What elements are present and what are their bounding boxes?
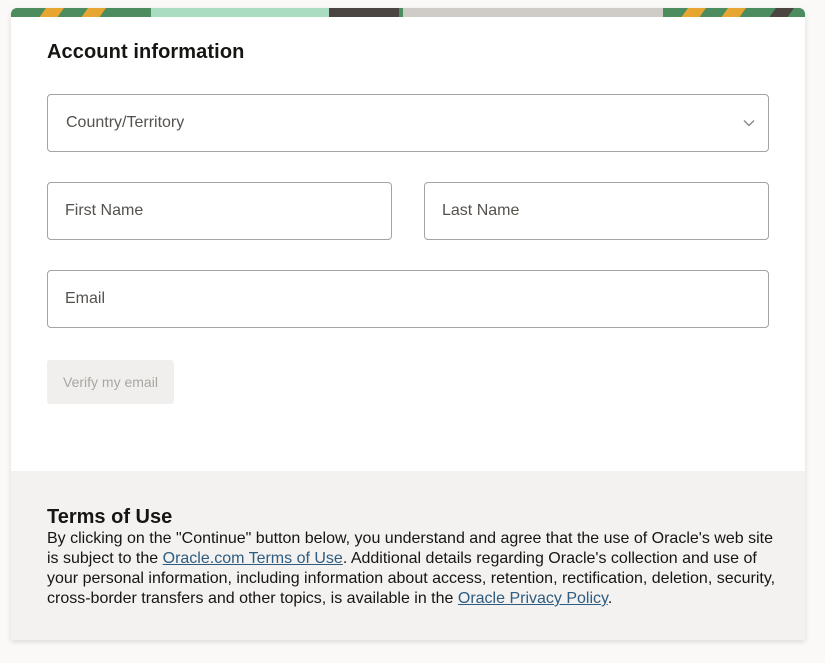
first-name-field[interactable]: First Name xyxy=(47,182,392,240)
terms-title: Terms of Use xyxy=(47,506,173,528)
email-placeholder: Email xyxy=(65,290,106,307)
decorative-banner xyxy=(11,8,805,17)
last-name-field[interactable]: Last Name xyxy=(424,182,769,240)
country-placeholder: Country/Territory xyxy=(66,114,185,131)
terms-section: Terms of Use By clicking on the "Continu… xyxy=(11,471,805,640)
verify-email-button[interactable]: Verify my email xyxy=(47,360,174,404)
chevron-down-icon xyxy=(743,120,755,127)
email-field[interactable]: Email xyxy=(47,270,769,328)
last-name-placeholder: Last Name xyxy=(442,202,520,219)
privacy-policy-link[interactable]: Oracle Privacy Policy xyxy=(458,590,608,607)
terms-text-part: . xyxy=(607,590,613,607)
section-title: Account information xyxy=(47,41,245,63)
country-select[interactable]: Country/Territory xyxy=(47,94,769,152)
first-name-placeholder: First Name xyxy=(65,202,144,219)
terms-text: By clicking on the "Continue" button bel… xyxy=(47,529,777,609)
terms-of-use-link[interactable]: Oracle.com Terms of Use xyxy=(163,550,343,567)
account-form-card: Account information Country/Territory Fi… xyxy=(11,8,805,640)
